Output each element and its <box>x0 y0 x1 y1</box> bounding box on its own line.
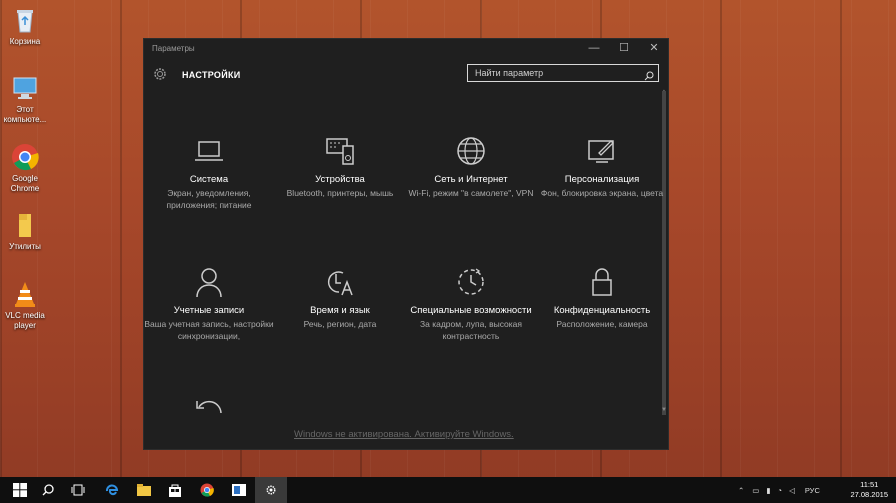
desktop-icon-label: Утилиты <box>9 242 41 251</box>
app-button[interactable] <box>223 477 255 503</box>
tile-system[interactable]: Система Экран, уведомления, приложения; … <box>144 134 274 211</box>
network-icon[interactable]: ▭ <box>752 486 759 495</box>
recycle-bin-icon <box>11 6 39 34</box>
accessibility-icon <box>454 265 488 299</box>
explorer-icon <box>137 484 151 496</box>
volume-icon[interactable]: ◁ <box>789 486 795 495</box>
tile-name: Специальные возможности <box>410 305 532 316</box>
desktop-icon-recycle-bin[interactable]: Корзина <box>0 6 50 47</box>
start-icon <box>13 483 27 497</box>
task-view-icon <box>71 484 85 496</box>
tile-time-language[interactable]: Время и язык Речь, регион, дата <box>275 265 405 330</box>
battery-icon[interactable]: ▮ <box>766 486 770 495</box>
settings-icon <box>266 485 276 495</box>
clock-date: 27.08.2015 <box>850 490 888 499</box>
search-icon[interactable] <box>644 68 654 81</box>
app-icon <box>232 484 246 496</box>
desktop-icon-label: Корзина <box>9 37 41 46</box>
desktop-icon-computer[interactable]: Этот компьюте... <box>0 74 50 125</box>
page-title: НАСТРОЙКИ <box>182 70 241 80</box>
clock[interactable]: 11:51 27.08.2015 <box>850 480 888 500</box>
settings-header: НАСТРОЙКИ <box>144 57 668 89</box>
time-language-icon <box>323 265 357 299</box>
globe-icon <box>454 134 488 168</box>
desktop-icon-chrome[interactable]: Google Chrome <box>0 143 50 194</box>
tile-personalization[interactable]: Персонализация Фон, блокировка экрана, ц… <box>537 134 667 199</box>
window-titlebar[interactable]: Параметры — ☐ ✕ <box>144 39 668 57</box>
tile-accounts[interactable]: Учетные записи Ваша учетная запись, наст… <box>144 265 274 342</box>
store-button[interactable] <box>159 477 191 503</box>
tile-name: Персонализация <box>564 174 640 185</box>
tile-name: Время и язык <box>310 305 370 316</box>
tile-description: Wi-Fi, режим "в самолете", VPN <box>408 188 534 198</box>
chevron-up-icon[interactable]: ⌃ <box>738 486 744 495</box>
scroll-down-arrow[interactable]: ▼ <box>661 407 667 413</box>
search-box[interactable] <box>467 64 659 82</box>
search-input[interactable] <box>475 68 635 78</box>
vlc-icon <box>11 280 39 308</box>
store-icon <box>169 484 181 497</box>
tile-network[interactable]: Сеть и Интернет Wi-Fi, режим "в самолете… <box>406 134 536 199</box>
tile-privacy[interactable]: Конфиденциальность Расположение, камера <box>537 265 667 330</box>
tile-description: Расположение, камера <box>556 319 648 329</box>
tile-update[interactable] <box>144 394 274 434</box>
tile-accessibility[interactable]: Специальные возможности За кадром, лупа,… <box>406 265 536 342</box>
language-indicator[interactable]: РУС <box>805 486 820 495</box>
desktop-icon-vlc[interactable]: VLC media player <box>0 280 50 331</box>
tile-description: Фон, блокировка экрана, цвета <box>540 188 664 198</box>
clock-time: 11:51 <box>860 480 879 489</box>
chrome-icon <box>11 143 39 171</box>
settings-taskbar-button[interactable] <box>255 477 287 503</box>
wifi-icon[interactable]: ◔ <box>778 486 783 495</box>
tile-devices[interactable]: Устройства Bluetooth, принтеры, мышь <box>275 134 405 199</box>
tile-description: За кадром, лупа, высокая контрастность <box>419 319 523 341</box>
tile-description: Экран, уведомления, приложения; питание <box>166 188 252 210</box>
tile-name: Учетные записи <box>173 305 245 316</box>
gear-icon <box>152 66 168 82</box>
tile-description: Ваша учетная запись, настройки синхрониз… <box>144 319 274 341</box>
close-button[interactable]: ✕ <box>644 42 664 54</box>
personalize-icon <box>585 134 619 168</box>
tile-name: Сеть и Интернет <box>434 174 508 185</box>
desktop-icon-label: Google Chrome <box>10 174 40 193</box>
activation-link[interactable]: Windows не активирована. Активируйте Win… <box>294 429 514 440</box>
tile-name: Конфиденциальность <box>553 305 651 316</box>
folder-icon <box>11 211 39 239</box>
tile-name: Система <box>189 174 229 185</box>
lock-icon <box>585 265 619 299</box>
system-tray: ⌃ ▭ ▮ ◔ ◁ РУС <box>738 477 820 503</box>
desktop-icon-label: VLC media player <box>5 311 45 330</box>
tile-name: Устройства <box>315 174 365 185</box>
taskbar: ⌃ ▭ ▮ ◔ ◁ РУС 11:51 27.08.2015 <box>0 477 896 503</box>
settings-window: Параметры — ☐ ✕ НАСТРОЙКИ ▲ ▼ Система Эк… <box>143 38 669 450</box>
taskbar-search-button[interactable] <box>32 477 64 503</box>
tile-description: Bluetooth, принтеры, мышь <box>286 188 394 198</box>
search-icon <box>42 484 54 496</box>
task-view-button[interactable] <box>62 477 94 503</box>
computer-icon <box>11 74 39 102</box>
laptop-icon <box>192 134 226 168</box>
update-icon <box>192 394 226 428</box>
person-icon <box>192 265 226 299</box>
chrome-button[interactable] <box>191 477 223 503</box>
tile-description: Речь, регион, дата <box>303 319 377 329</box>
desktop-icon-label: Этот компьюте... <box>3 105 47 124</box>
window-title: Параметры <box>152 44 195 53</box>
minimize-button[interactable]: — <box>584 42 604 54</box>
explorer-button[interactable] <box>128 477 160 503</box>
maximize-button[interactable]: ☐ <box>614 42 634 54</box>
chrome-icon <box>200 483 214 497</box>
edge-button[interactable] <box>96 477 128 503</box>
devices-icon <box>323 134 357 168</box>
edge-icon <box>106 484 119 496</box>
desktop-icon-utilities[interactable]: Утилиты <box>0 211 50 252</box>
